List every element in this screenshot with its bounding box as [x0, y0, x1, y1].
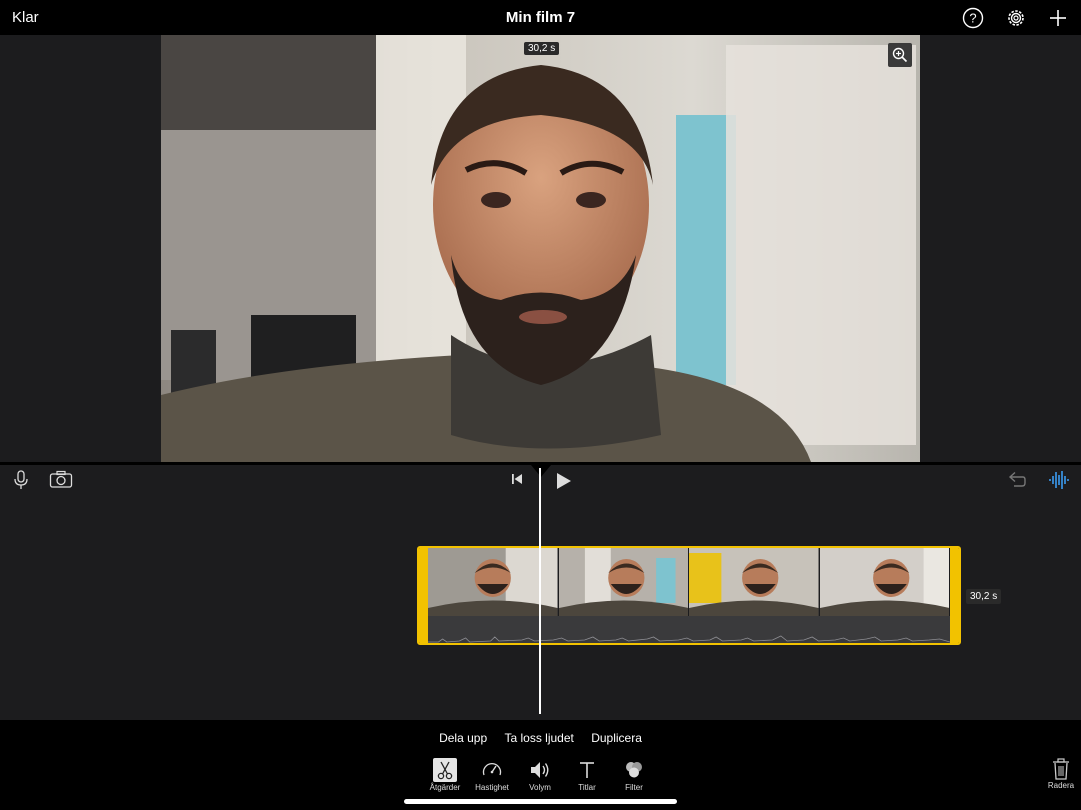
clip-thumbnail — [819, 548, 950, 616]
top-bar: Klar Min film 7 ? — [0, 0, 1081, 35]
video-time-label: 30,2 s — [524, 42, 560, 55]
trash-icon — [1053, 758, 1069, 780]
tab-volume[interactable]: Volym — [517, 758, 563, 792]
clip-thumbnail — [689, 548, 820, 616]
svg-text:?: ? — [969, 11, 976, 26]
tab-label: Åtgärder — [429, 783, 461, 792]
clip-thumbnails — [428, 548, 950, 616]
scissors-icon — [433, 758, 457, 782]
add-plus-icon[interactable] — [1047, 7, 1069, 29]
tab-label: Volym — [529, 783, 551, 792]
video-frame-image — [161, 35, 920, 462]
camera-icon[interactable] — [49, 470, 73, 488]
tab-label: Titlar — [578, 783, 596, 792]
settings-gear-icon[interactable] — [1005, 7, 1027, 29]
speaker-icon — [531, 762, 549, 778]
playhead-marker[interactable] — [531, 465, 551, 477]
speedometer-icon — [482, 762, 502, 776]
undo-icon[interactable] — [1005, 471, 1027, 489]
clip-audio-waveform — [428, 616, 951, 643]
filter-circles-icon — [626, 762, 642, 778]
split-button[interactable]: Dela upp — [439, 731, 487, 745]
clip-trim-handle-left[interactable] — [419, 548, 428, 643]
zoom-in-icon — [892, 47, 908, 63]
tab-filter[interactable]: Filter — [611, 758, 657, 792]
action-buttons-row: Dela upp Ta loss ljudet Duplicera — [0, 731, 1081, 745]
audio-waveform-icon[interactable] — [1048, 470, 1070, 490]
video-preview[interactable] — [161, 35, 920, 462]
delete-button[interactable]: Radera — [1046, 758, 1076, 790]
playhead-line[interactable] — [539, 468, 541, 714]
tab-actions[interactable]: Åtgärder — [422, 758, 468, 792]
help-icon[interactable]: ? — [962, 7, 984, 29]
tab-label: Hastighet — [475, 783, 509, 792]
tab-speed[interactable]: Hastighet — [469, 758, 515, 792]
video-clip[interactable] — [417, 546, 961, 645]
delete-label: Radera — [1047, 781, 1075, 790]
skip-to-start-icon[interactable] — [510, 472, 524, 486]
clip-thumbnail — [558, 548, 689, 616]
clip-duration-label: 30,2 s — [966, 589, 1002, 604]
detach-audio-button[interactable]: Ta loss ljudet — [504, 731, 573, 745]
text-t-icon — [580, 762, 594, 778]
duplicate-button[interactable]: Duplicera — [591, 731, 642, 745]
home-indicator[interactable] — [404, 799, 677, 804]
tab-titles[interactable]: Titlar — [564, 758, 610, 792]
microphone-icon[interactable] — [12, 470, 30, 490]
project-title: Min film 7 — [505, 9, 576, 26]
tab-label: Filter — [625, 783, 643, 792]
play-icon[interactable] — [555, 471, 573, 491]
zoom-button[interactable] — [888, 43, 912, 67]
clip-trim-handle-right[interactable] — [950, 548, 959, 643]
